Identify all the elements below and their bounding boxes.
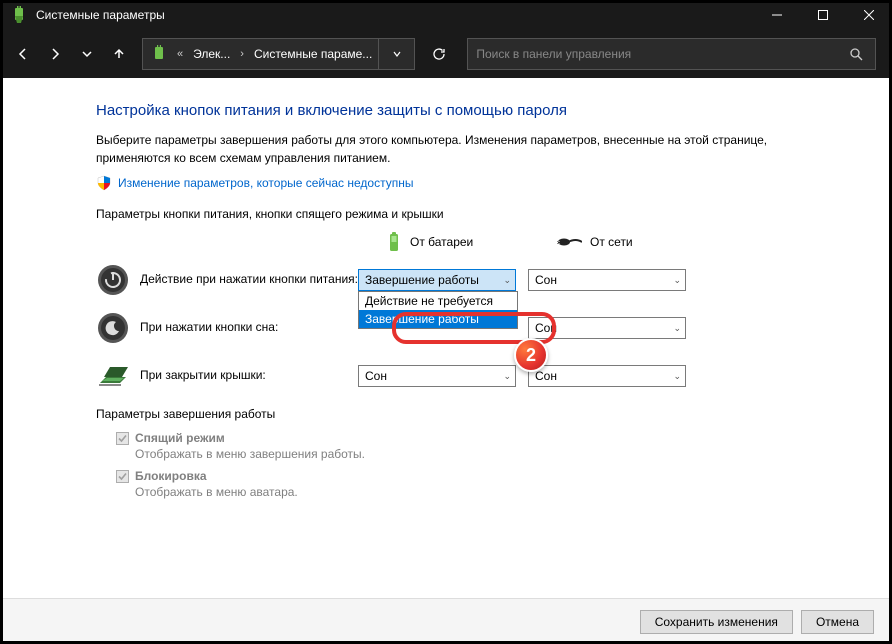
forward-button[interactable] bbox=[40, 38, 70, 70]
save-button[interactable]: Сохранить изменения bbox=[640, 610, 793, 634]
breadcrumb[interactable]: « Элек... › Системные параме... bbox=[142, 38, 415, 70]
change-unavailable-settings-link[interactable]: Изменение параметров, которые сейчас нед… bbox=[96, 175, 796, 191]
shield-link-text: Изменение параметров, которые сейчас нед… bbox=[118, 176, 414, 190]
buttons-section-title: Параметры кнопки питания, кнопки спящего… bbox=[96, 207, 796, 221]
sleep-button-ac-dropdown[interactable]: Сон ⌄ bbox=[528, 317, 686, 339]
sleep-mode-checkbox bbox=[116, 432, 129, 445]
dropdown-option-shutdown[interactable]: Завершение работы bbox=[359, 310, 517, 328]
column-header-battery: От батареи bbox=[386, 231, 556, 253]
footer: Сохранить изменения Отмена bbox=[0, 598, 892, 644]
shutdown-section-title: Параметры завершения работы bbox=[96, 407, 796, 421]
breadcrumb-chevron-icon: › bbox=[236, 48, 248, 60]
recent-locations-button[interactable] bbox=[72, 38, 102, 70]
breadcrumb-prefix: « bbox=[173, 48, 187, 60]
power-options-icon bbox=[149, 44, 169, 64]
chevron-down-icon: ⌄ bbox=[673, 371, 681, 382]
breadcrumb-item-1[interactable]: Элек... bbox=[187, 47, 236, 61]
chevron-down-icon: ⌄ bbox=[673, 323, 681, 334]
minimize-button[interactable] bbox=[754, 0, 800, 30]
chevron-down-icon: ⌄ bbox=[503, 275, 511, 286]
lock-checkbox bbox=[116, 470, 129, 483]
back-button[interactable] bbox=[8, 38, 38, 70]
search-box[interactable] bbox=[467, 38, 876, 70]
annotation-badge: 2 bbox=[514, 338, 548, 372]
refresh-button[interactable] bbox=[421, 38, 457, 70]
power-button-label: Действие при нажатии кнопки питания: bbox=[140, 272, 358, 288]
power-button-icon bbox=[96, 263, 130, 297]
up-button[interactable] bbox=[104, 38, 134, 70]
lid-close-ac-dropdown[interactable]: Сон ⌄ bbox=[528, 365, 686, 387]
chevron-down-icon: ⌄ bbox=[503, 371, 511, 382]
breadcrumb-dropdown-button[interactable] bbox=[378, 38, 414, 70]
chevron-down-icon: ⌄ bbox=[673, 275, 681, 286]
dropdown-list: Действие не требуется Завершение работы bbox=[358, 291, 518, 329]
dropdown-option-none[interactable]: Действие не требуется bbox=[359, 292, 517, 310]
maximize-button[interactable] bbox=[800, 0, 846, 30]
lock-checkbox-desc: Отображать в меню аватара. bbox=[135, 485, 796, 499]
column-header-ac: От сети bbox=[556, 235, 726, 249]
plug-icon bbox=[556, 235, 582, 249]
search-button[interactable] bbox=[837, 38, 875, 70]
page-title: Настройка кнопок питания и включение защ… bbox=[96, 102, 796, 119]
power-button-battery-dropdown[interactable]: Завершение работы ⌄ Действие не требуетс… bbox=[358, 269, 516, 291]
breadcrumb-item-2[interactable]: Системные параме... bbox=[248, 47, 378, 61]
cancel-button[interactable]: Отмена bbox=[801, 610, 874, 634]
power-button-ac-dropdown[interactable]: Сон ⌄ bbox=[528, 269, 686, 291]
window-title: Системные параметры bbox=[36, 8, 754, 22]
lid-close-battery-dropdown[interactable]: Сон ⌄ bbox=[358, 365, 516, 387]
lid-close-label: При закрытии крышки: bbox=[140, 368, 358, 384]
content-area: Настройка кнопок питания и включение защ… bbox=[0, 78, 892, 598]
sleep-button-label: При нажатии кнопки сна: bbox=[140, 320, 358, 336]
lock-checkbox-label: Блокировка bbox=[135, 469, 207, 483]
lid-close-icon bbox=[96, 359, 130, 393]
battery-icon bbox=[386, 231, 402, 253]
sleep-mode-checkbox-desc: Отображать в меню завершения работы. bbox=[135, 447, 796, 461]
navbar: « Элек... › Системные параме... bbox=[0, 30, 892, 78]
page-description: Выберите параметры завершения работы для… bbox=[96, 131, 796, 167]
close-button[interactable] bbox=[846, 0, 892, 30]
app-icon bbox=[10, 6, 28, 24]
sleep-mode-checkbox-label: Спящий режим bbox=[135, 431, 225, 445]
sleep-button-icon bbox=[96, 311, 130, 345]
titlebar: Системные параметры bbox=[0, 0, 892, 30]
shield-icon bbox=[96, 175, 112, 191]
search-input[interactable] bbox=[468, 47, 837, 61]
